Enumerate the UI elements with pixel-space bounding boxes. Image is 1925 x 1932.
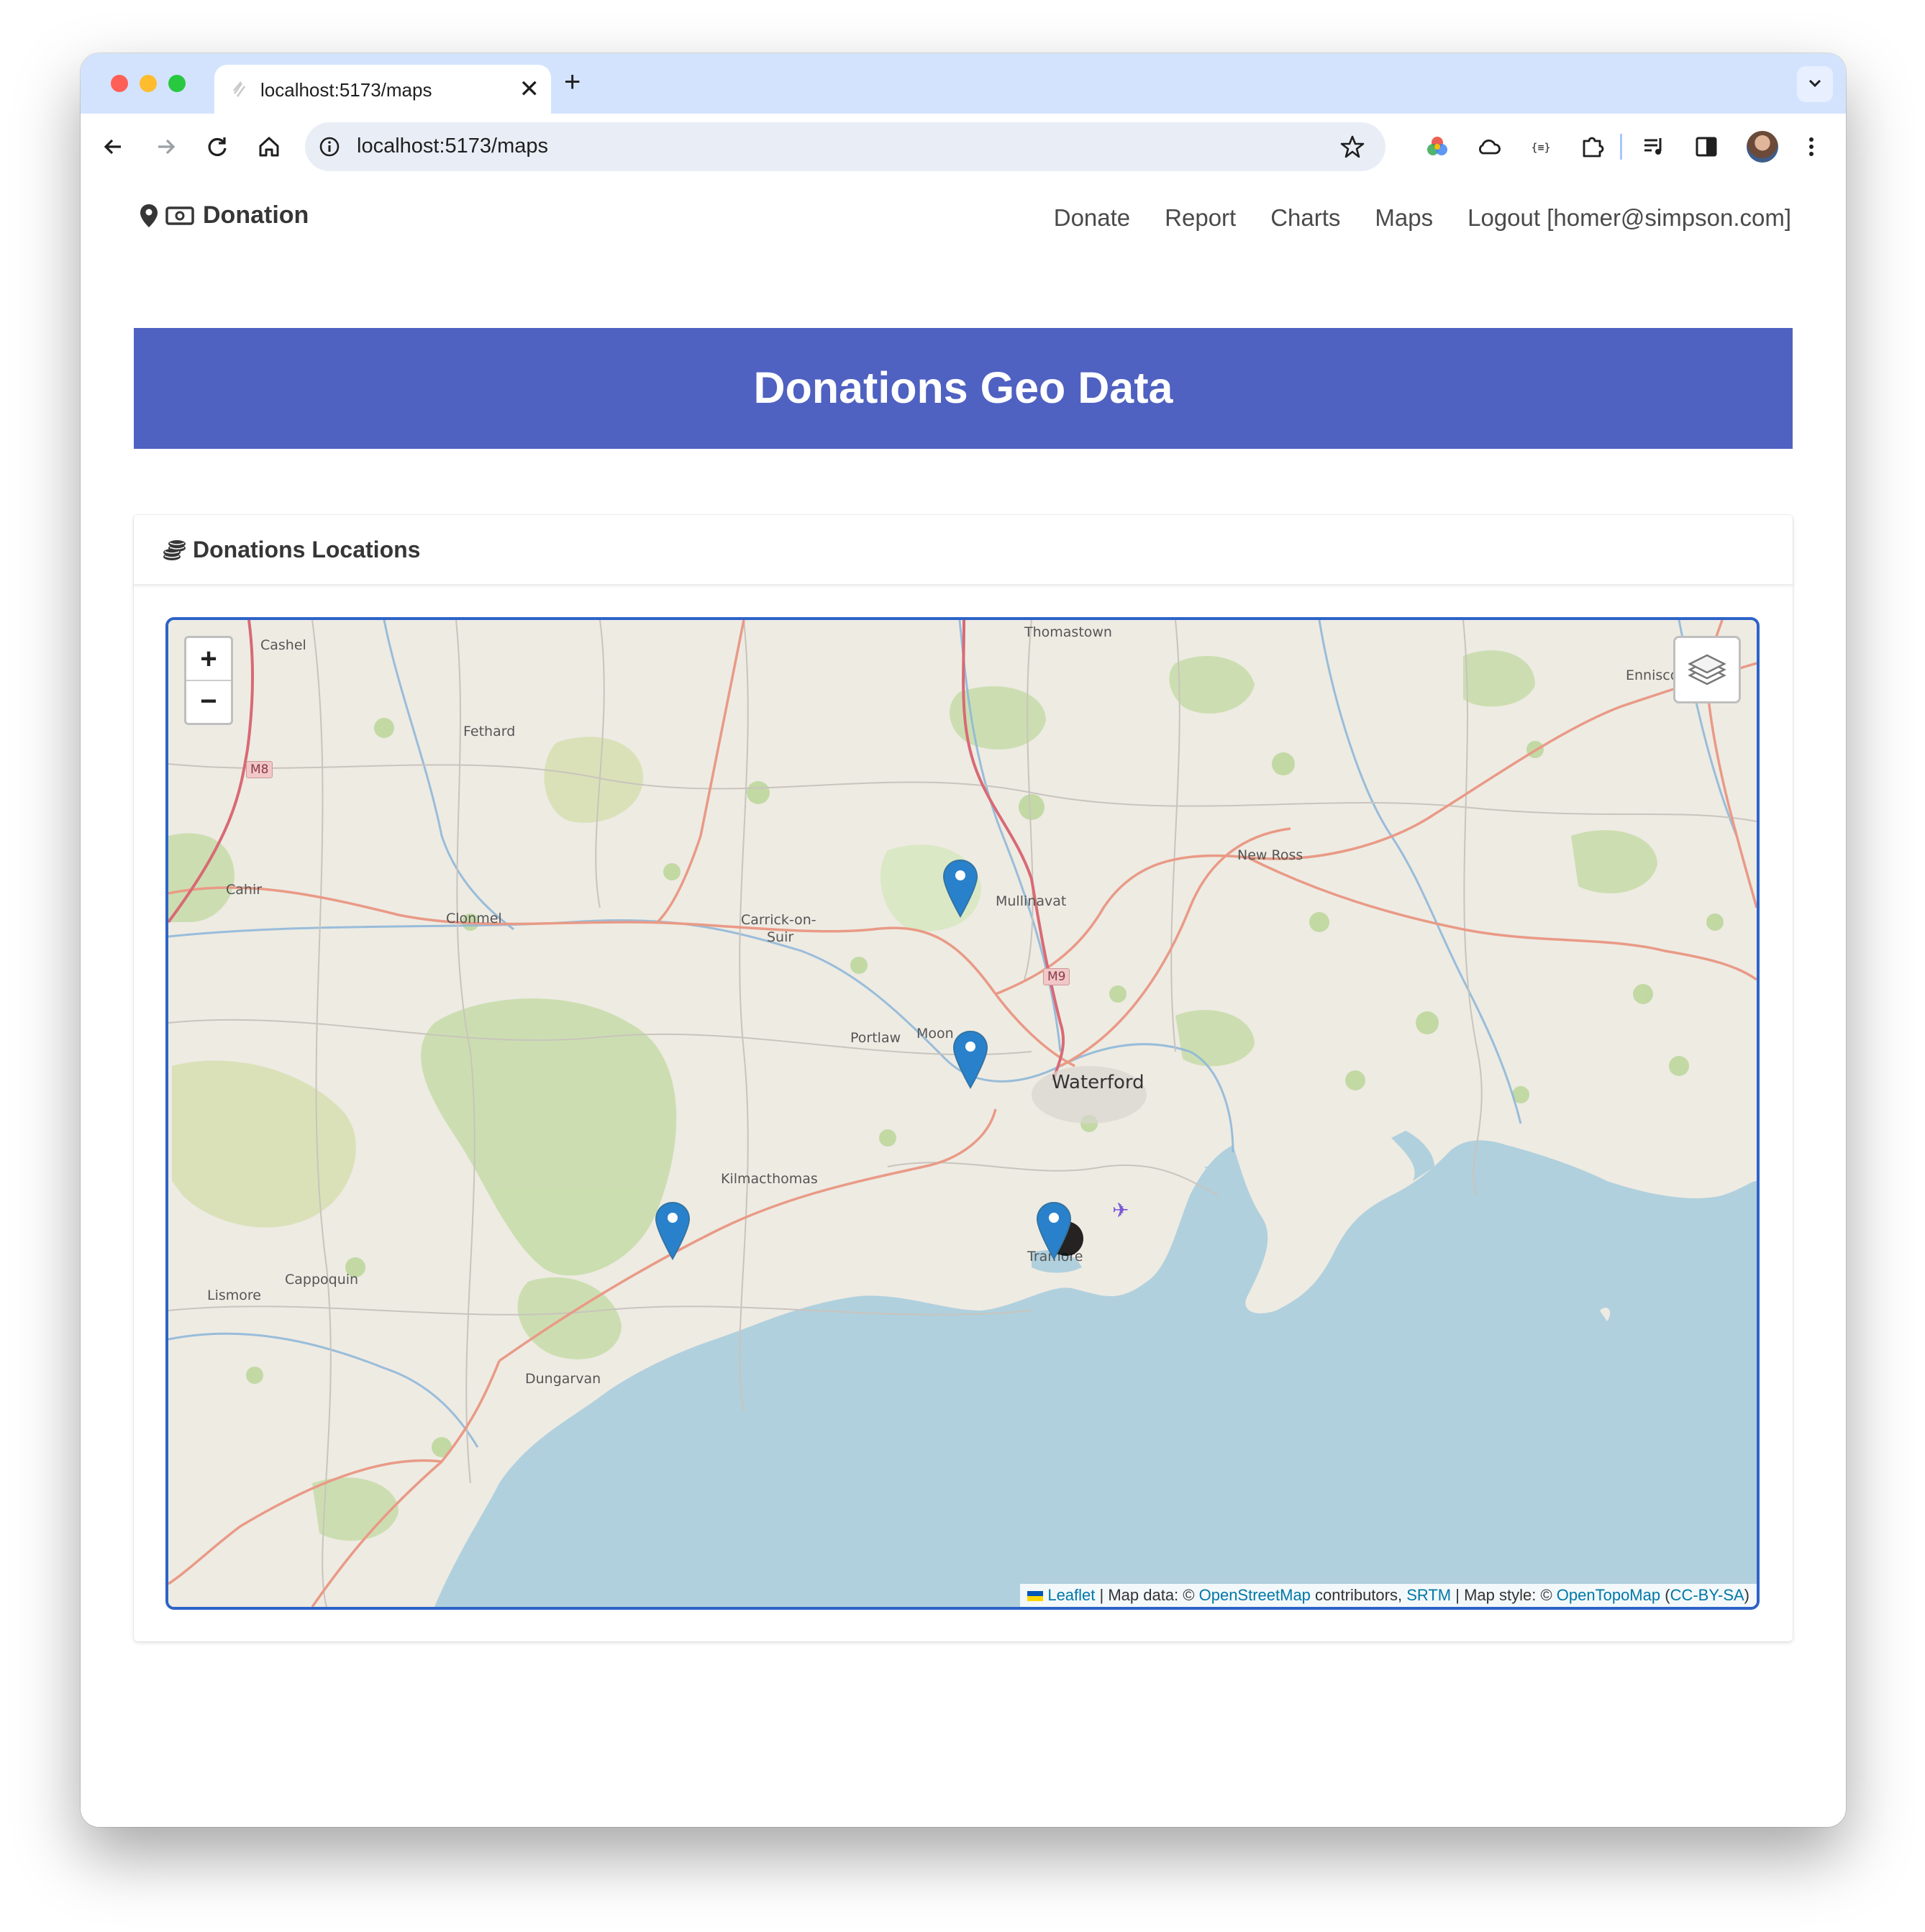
tab-strip: localhost:5173/maps ✕ + (81, 53, 1846, 114)
zoom-control: + − (184, 636, 233, 725)
media-controls-icon[interactable] (1639, 131, 1670, 163)
place-label: Cahir (226, 882, 263, 898)
donation-marker[interactable] (1036, 1201, 1072, 1260)
minimize-window-button[interactable] (140, 75, 157, 92)
donation-marker[interactable] (655, 1201, 691, 1260)
json-extension-icon[interactable]: {≡} (1525, 131, 1557, 163)
leaflet-map[interactable]: ✈ Cashel Thomastown Fethard Ennisco New … (165, 617, 1760, 1610)
place-label: Kilmacthomas (721, 1171, 818, 1187)
place-label: Ennisco (1626, 667, 1679, 683)
chevron-down-icon (1808, 79, 1821, 88)
browser-window: localhost:5173/maps ✕ + localhost:5173/m… (81, 53, 1846, 1827)
place-label-city: Waterford (1052, 1072, 1144, 1093)
tab-search-button[interactable] (1797, 66, 1833, 102)
place-label: Clonmel (446, 911, 502, 926)
nav-report[interactable]: Report (1165, 204, 1236, 232)
zoom-in-button[interactable]: + (186, 638, 231, 681)
more-menu-icon[interactable] (1796, 131, 1827, 163)
attribution-text: | Map style: © (1451, 1586, 1557, 1604)
svg-text:{≡}: {≡} (1531, 141, 1550, 154)
zoom-out-button[interactable]: − (186, 680, 231, 722)
extensions-puzzle-icon[interactable] (1577, 131, 1608, 163)
place-label: Carrick-on- (741, 912, 816, 928)
coins-icon (163, 539, 186, 560)
cloud-icon[interactable] (1473, 131, 1505, 163)
place-label: New Ross (1237, 847, 1303, 863)
openstreetmap-link[interactable]: OpenStreetMap (1199, 1586, 1311, 1604)
layers-control-button[interactable] (1673, 636, 1741, 703)
nav-logout[interactable]: Logout [homer@simpson.com] (1467, 204, 1791, 232)
donations-map-card: Donations Locations ✈ Cashel Thomastown … (134, 515, 1793, 1641)
layers-icon (1688, 654, 1726, 685)
address-bar[interactable]: localhost:5173/maps (305, 122, 1385, 171)
page-title: Donations Geo Data (753, 363, 1173, 412)
close-window-button[interactable] (111, 75, 128, 92)
forward-arrow-icon[interactable] (150, 131, 181, 163)
map-attribution: Leaflet | Map data: © OpenStreetMap cont… (1020, 1584, 1757, 1607)
maximize-window-button[interactable] (168, 75, 186, 92)
reload-icon[interactable] (201, 131, 233, 163)
card-title-text: Donations Locations (193, 537, 421, 562)
tab-favicon-icon (233, 81, 246, 97)
toolbar-separator (1620, 134, 1622, 160)
license-link[interactable]: CC-BY-SA (1670, 1586, 1744, 1604)
page-content: Donation Donate Report Charts Maps Logou… (81, 181, 1846, 1827)
map-marker-icon (140, 204, 158, 227)
brand-name: Donation (203, 201, 309, 229)
place-label: Fethard (463, 724, 516, 739)
new-tab-button[interactable]: + (564, 66, 581, 98)
attribution-text: ( (1660, 1586, 1670, 1604)
nav-donate[interactable]: Donate (1054, 204, 1130, 232)
place-label: Cashel (260, 637, 306, 653)
place-label: Lismore (207, 1288, 261, 1303)
map-tiles[interactable]: ✈ (168, 620, 1757, 1607)
place-label: Suir (767, 929, 794, 945)
ukraine-flag-icon (1027, 1591, 1044, 1601)
card-header: Donations Locations (134, 515, 1793, 585)
nav-maps[interactable]: Maps (1375, 204, 1433, 232)
home-icon[interactable] (253, 131, 285, 163)
attribution-text: contributors, (1310, 1586, 1407, 1604)
navbar-brand[interactable]: Donation (140, 201, 309, 229)
money-bill-icon (165, 206, 194, 225)
site-info-icon[interactable] (318, 135, 341, 158)
place-label: Cappoquin (285, 1272, 359, 1288)
srtm-link[interactable]: SRTM (1406, 1586, 1451, 1604)
color-extension-icon[interactable] (1421, 131, 1453, 163)
donation-marker[interactable] (942, 859, 978, 918)
browser-toolbar: localhost:5173/maps {≡} (81, 114, 1846, 183)
road-shield: M9 (1043, 968, 1070, 985)
tab-title: localhost:5173/maps (260, 79, 432, 101)
profile-avatar[interactable] (1747, 131, 1778, 163)
bookmark-star-icon[interactable] (1339, 134, 1365, 160)
side-panel-icon[interactable] (1690, 131, 1722, 163)
place-label: Portlaw (850, 1030, 901, 1046)
attribution-text: ) (1744, 1586, 1749, 1604)
back-arrow-icon[interactable] (98, 131, 129, 163)
opentopomap-link[interactable]: OpenTopoMap (1557, 1586, 1660, 1604)
airport-icon: ✈ (1112, 1198, 1129, 1222)
place-label: Dungarvan (525, 1371, 601, 1387)
main-nav: Donate Report Charts Maps Logout [homer@… (1019, 204, 1791, 232)
place-label: Mullinavat (996, 893, 1067, 909)
nav-charts[interactable]: Charts (1270, 204, 1340, 232)
card-title: Donations Locations (163, 537, 420, 563)
place-label: Thomastown (1024, 624, 1112, 640)
road-shield: M8 (246, 761, 273, 778)
donation-marker[interactable] (952, 1030, 988, 1089)
url-text: localhost:5173/maps (357, 135, 548, 158)
tab-close-icon[interactable]: ✕ (519, 75, 540, 104)
leaflet-link[interactable]: Leaflet (1047, 1586, 1095, 1604)
hero-banner: Donations Geo Data (134, 328, 1793, 449)
browser-tab[interactable]: localhost:5173/maps ✕ (214, 65, 551, 114)
place-label: Moon (916, 1026, 954, 1042)
attribution-text: | Map data: © (1095, 1586, 1199, 1604)
